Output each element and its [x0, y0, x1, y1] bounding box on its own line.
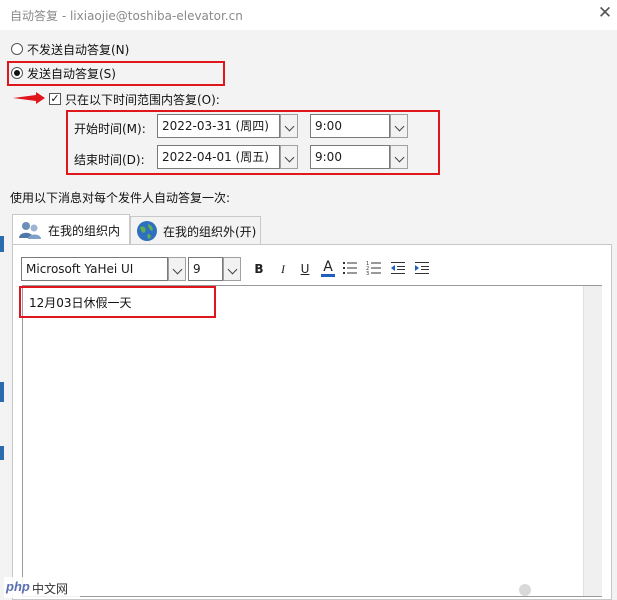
tab-panel: Microsoft YaHei UI 9 B I U A 1 2 3 12月03… — [12, 244, 612, 600]
auto-reply-dialog: 自动答复 - lixiaojie@toshiba-elevator.cn ✕ 不… — [0, 0, 617, 600]
logo-site: 中文网 — [32, 582, 69, 596]
edge-marker — [0, 382, 4, 402]
underline-button[interactable]: U — [298, 262, 312, 276]
edge-marker — [0, 236, 4, 252]
time-range-checkbox[interactable]: ✓ — [49, 93, 61, 105]
message-body[interactable]: 12月03日休假一天 — [29, 294, 132, 311]
italic-button[interactable]: I — [276, 262, 290, 276]
tab-inside-label: 在我的组织内 — [48, 224, 121, 238]
end-time-label: 结束时间(D): — [74, 153, 145, 167]
logo-brand: php — [6, 579, 30, 594]
end-date-field[interactable]: 2022-04-01 (周五) — [157, 145, 280, 169]
globe-icon — [137, 221, 157, 241]
send-auto-reply-label: 发送自动答复(S) — [27, 67, 116, 81]
red-arrow-icon — [13, 92, 45, 104]
time-range-label: 只在以下时间范围内答复(O): — [65, 93, 220, 107]
no-auto-reply-radio[interactable] — [11, 43, 23, 55]
decrease-indent-icon[interactable] — [390, 260, 406, 276]
close-icon[interactable]: ✕ — [596, 4, 614, 22]
font-name-field[interactable]: Microsoft YaHei UI — [21, 257, 168, 281]
font-name-dropdown[interactable] — [168, 257, 186, 281]
resize-grip-icon — [519, 584, 531, 596]
php-logo-watermark: php 中文网 — [4, 577, 80, 598]
start-date-dropdown[interactable] — [280, 114, 298, 138]
svg-text:3: 3 — [366, 271, 369, 276]
start-time-label: 开始时间(M): — [74, 122, 146, 136]
title-bar: 自动答复 - lixiaojie@toshiba-elevator.cn ✕ — [0, 0, 617, 30]
font-size-dropdown[interactable] — [223, 257, 241, 281]
window-title: 自动答复 - lixiaojie@toshiba-elevator.cn — [10, 9, 243, 23]
numbered-list-icon[interactable]: 1 2 3 — [366, 260, 382, 276]
end-time-dropdown[interactable] — [390, 145, 408, 169]
end-date-dropdown[interactable] — [280, 145, 298, 169]
time-range-option[interactable]: ✓ 只在以下时间范围内答复(O): — [48, 90, 268, 108]
tab-outside-organization[interactable]: 在我的组织外(开) — [130, 216, 261, 244]
tab-outside-label: 在我的组织外(开) — [163, 225, 257, 239]
font-size-field[interactable]: 9 — [188, 257, 223, 281]
no-auto-reply-option[interactable]: 不发送自动答复(N) — [10, 40, 210, 58]
editor-scrollbar[interactable] — [583, 286, 602, 596]
start-time-field[interactable]: 9:00 — [310, 114, 390, 138]
people-icon — [19, 222, 41, 239]
background-window-edge — [0, 30, 5, 600]
start-time-dropdown[interactable] — [390, 114, 408, 138]
edge-marker — [0, 446, 4, 460]
bullet-list-icon[interactable] — [342, 260, 358, 276]
send-auto-reply-option[interactable]: 发送自动答复(S) — [10, 64, 210, 82]
tab-inside-organization[interactable]: 在我的组织内 — [12, 214, 130, 244]
bold-button[interactable]: B — [252, 262, 266, 276]
message-editor[interactable]: 12月03日休假一天 — [19, 285, 602, 597]
end-time-field[interactable]: 9:00 — [310, 145, 390, 169]
no-auto-reply-label: 不发送自动答复(N) — [27, 43, 130, 57]
font-color-button[interactable]: A — [321, 260, 335, 277]
start-date-field[interactable]: 2022-03-31 (周四) — [157, 114, 280, 138]
increase-indent-icon[interactable] — [414, 260, 430, 276]
send-auto-reply-radio[interactable] — [11, 67, 23, 79]
instruction-text: 使用以下消息对每个发件人自动答复一次: — [10, 191, 231, 205]
